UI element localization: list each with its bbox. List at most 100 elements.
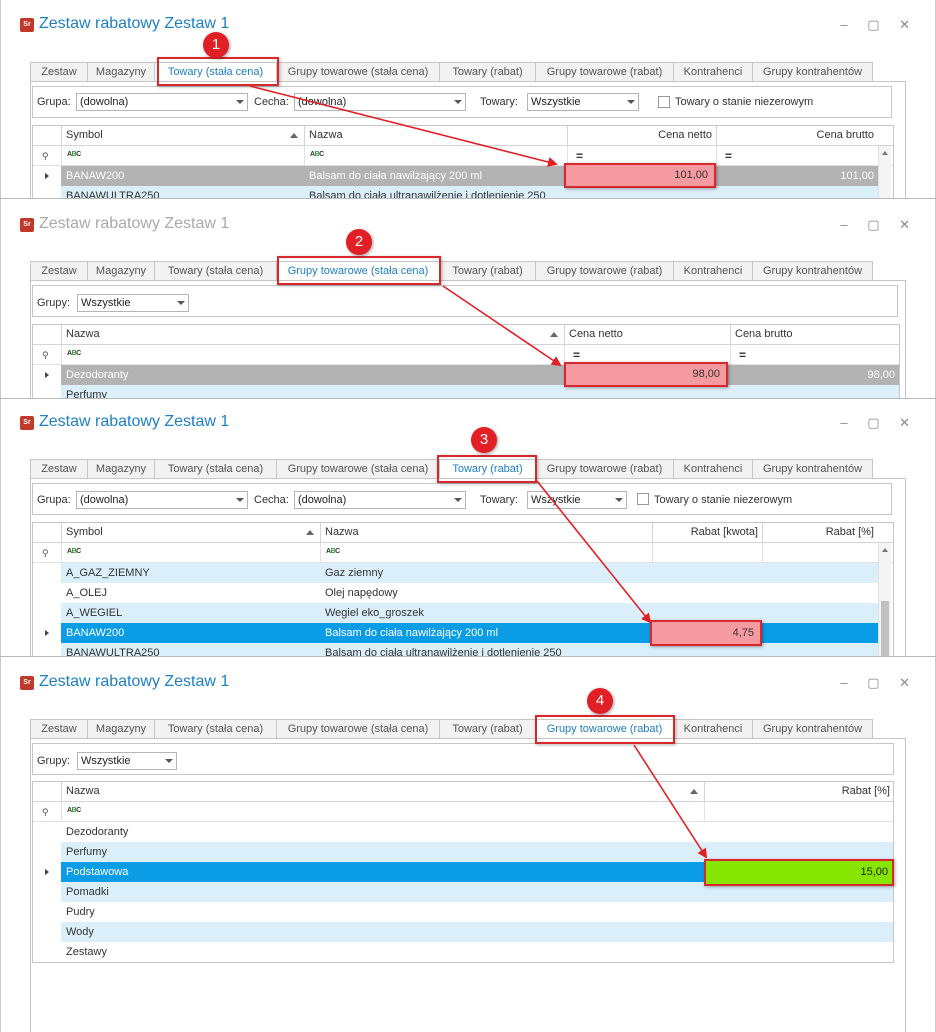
tab-magazyny[interactable]: Magazyny	[87, 62, 155, 82]
window-controls[interactable]: ‒ ▢ ✕	[840, 675, 918, 691]
tab-kontrahenci[interactable]: Kontrahenci	[673, 459, 753, 479]
filter-cell-symbol[interactable]: ABC	[61, 543, 320, 563]
towary-niezerowe-checkbox[interactable]	[658, 96, 670, 108]
column-header-symbol[interactable]: Symbol	[61, 126, 304, 146]
chevron-down-icon	[615, 498, 623, 502]
tab-towary-rabat[interactable]: Towary (rabat)	[439, 261, 536, 281]
filter-cell-nazwa[interactable]: ABC	[61, 802, 704, 822]
tab-towary-stala-cena[interactable]: Towary (stała cena)	[154, 261, 277, 281]
column-header-nazwa[interactable]: Nazwa	[61, 325, 564, 345]
tab-towary-rabat[interactable]: Towary (rabat)	[439, 62, 536, 82]
filter-cell-cena-brutto[interactable]: =	[716, 146, 878, 166]
tab-magazyny[interactable]: Magazyny	[87, 261, 155, 281]
towary-select[interactable]: Wszystkie	[527, 491, 627, 509]
window-panel-4: Sr Zestaw rabatowy Zestaw 1 ‒ ▢ ✕ Zestaw…	[0, 656, 936, 1032]
column-header-rabat-kwota[interactable]: Rabat [kwota]	[652, 523, 762, 543]
tab-grupy-towarowe-stala-cena[interactable]: Grupy towarowe (stała cena)	[276, 62, 440, 82]
tab-grupy-kontrahentow[interactable]: Grupy kontrahentów	[752, 62, 873, 82]
column-header-nazwa[interactable]: Nazwa	[304, 126, 567, 146]
tab-grupy-towarowe-stala-cena[interactable]: Grupy towarowe (stała cena)	[276, 459, 440, 479]
tab-highlight-frame	[157, 57, 279, 86]
cecha-select[interactable]: (dowolna)	[294, 93, 466, 111]
row-indicator	[33, 166, 61, 186]
table-row[interactable]: BANAWULTRA250 Balsam do ciała ultranawil…	[33, 186, 878, 198]
table-row[interactable]: BANAW200 Balsam do ciała nawilżający 200…	[33, 166, 878, 186]
grupa-select[interactable]: (dowolna)	[76, 491, 248, 509]
cecha-select[interactable]: (dowolna)	[294, 491, 466, 509]
filter-cell-nazwa[interactable]: ABC	[304, 146, 567, 166]
column-header-rabat-procent[interactable]: Rabat [%]	[762, 523, 878, 543]
cell-nazwa: Dezodoranty	[66, 369, 129, 381]
filter-cell-nazwa[interactable]: ABC	[320, 543, 652, 563]
table-row[interactable]: Pudry	[33, 902, 893, 922]
window-controls[interactable]: ‒ ▢ ✕	[840, 415, 918, 431]
tab-grupy-towarowe-rabat[interactable]: Grupy towarowe (rabat)	[535, 62, 674, 82]
column-header-nazwa[interactable]: Nazwa	[61, 782, 704, 802]
tab-towary-stala-cena[interactable]: Towary (stała cena)	[154, 459, 277, 479]
table-row[interactable]: Dezodoranty 98,00	[33, 365, 899, 385]
towary-niezerowe-label: Towary o stanie niezerowym	[675, 96, 814, 108]
scrollbar-thumb[interactable]	[881, 601, 889, 656]
tab-magazyny[interactable]: Magazyny	[87, 459, 155, 479]
table-row[interactable]: Wody	[33, 922, 893, 942]
window-controls[interactable]: ‒ ▢ ✕	[840, 217, 918, 233]
tab-grupy-kontrahentow[interactable]: Grupy kontrahentów	[752, 261, 873, 281]
window-controls[interactable]: ‒ ▢ ✕	[840, 17, 918, 33]
grupy-select[interactable]: Wszystkie	[77, 294, 189, 312]
vertical-scrollbar[interactable]	[878, 146, 891, 198]
tab-grupy-towarowe-stala-cena[interactable]: Grupy towarowe (stała cena)	[276, 719, 440, 739]
tab-zestaw[interactable]: Zestaw	[30, 719, 88, 739]
filter-row: ⚲ ABC	[33, 802, 893, 822]
window-panel-3: Sr Zestaw rabatowy Zestaw 1 ‒ ▢ ✕ Zestaw…	[0, 398, 936, 656]
column-header-rabat-procent[interactable]: Rabat [%]	[704, 782, 893, 802]
column-header-cena-brutto[interactable]: Cena brutto	[716, 126, 878, 146]
table-row[interactable]: Zestawy	[33, 942, 893, 962]
tab-kontrahenci[interactable]: Kontrahenci	[673, 62, 753, 82]
row-indicator	[33, 385, 61, 398]
grupy-select[interactable]: Wszystkie	[77, 752, 177, 770]
table-row[interactable]: A_GAZ_ZIEMNY Gaz ziemny	[33, 563, 878, 583]
tab-kontrahenci[interactable]: Kontrahenci	[673, 261, 753, 281]
tab-grupy-towarowe-rabat[interactable]: Grupy towarowe (rabat)	[535, 459, 674, 479]
grupa-select[interactable]: (dowolna)	[76, 93, 248, 111]
towary-niezerowe-checkbox[interactable]	[637, 493, 649, 505]
filter-cell-symbol[interactable]: ABC	[61, 146, 304, 166]
grid-header: Nazwa Rabat [%]	[33, 782, 893, 802]
vertical-scrollbar[interactable]	[878, 543, 891, 656]
filter-cell-cena-brutto[interactable]: =	[730, 345, 899, 365]
tab-grupy-kontrahentow[interactable]: Grupy kontrahentów	[752, 459, 873, 479]
window-panel-2: Sr Zestaw rabatowy Zestaw 1 ‒ ▢ ✕ Zestaw…	[0, 198, 936, 398]
table-row[interactable]: A_OLEJ Olej napędowy	[33, 583, 878, 603]
tab-magazyny[interactable]: Magazyny	[87, 719, 155, 739]
towary-select[interactable]: Wszystkie	[527, 93, 639, 111]
row-indicator	[33, 623, 61, 643]
grid-header: Symbol Nazwa Rabat [kwota] Rabat [%]	[33, 523, 893, 543]
tab-towary-stala-cena[interactable]: Towary (stała cena)	[154, 719, 277, 739]
filter-cell-rabat-procent[interactable]	[762, 543, 878, 563]
cell-symbol: BANAWULTRA250	[66, 647, 160, 656]
table-row[interactable]: Dezodoranty	[33, 822, 893, 842]
table-row[interactable]: Perfumy	[33, 385, 899, 398]
cell-symbol: BANAWULTRA250	[66, 190, 160, 198]
filter-cell-rabat-procent[interactable]	[704, 802, 893, 822]
tab-zestaw[interactable]: Zestaw	[30, 62, 88, 82]
cell-nazwa: Olej napędowy	[325, 587, 398, 599]
filter-cell-nazwa[interactable]: ABC	[61, 345, 564, 365]
tab-kontrahenci[interactable]: Kontrahenci	[673, 719, 753, 739]
column-header-symbol[interactable]: Symbol	[61, 523, 320, 543]
chevron-down-icon	[236, 498, 244, 502]
tab-towary-rabat[interactable]: Towary (rabat)	[439, 719, 536, 739]
tab-zestaw[interactable]: Zestaw	[30, 261, 88, 281]
text-filter-icon: ABC	[67, 151, 81, 158]
tab-zestaw[interactable]: Zestaw	[30, 459, 88, 479]
row-indicator	[33, 563, 61, 583]
highlight-rabat-procent: 15,00	[704, 859, 894, 886]
column-header-cena-netto[interactable]: Cena netto	[564, 325, 730, 345]
tab-grupy-kontrahentow[interactable]: Grupy kontrahentów	[752, 719, 873, 739]
column-header-nazwa[interactable]: Nazwa	[320, 523, 652, 543]
column-header-cena-netto[interactable]: Cena netto	[567, 126, 716, 146]
filter-cell-rabat-kwota[interactable]	[652, 543, 762, 563]
column-header-cena-brutto[interactable]: Cena brutto	[730, 325, 899, 345]
window-title: Zestaw rabatowy Zestaw 1	[39, 15, 230, 32]
tab-grupy-towarowe-rabat[interactable]: Grupy towarowe (rabat)	[535, 261, 674, 281]
